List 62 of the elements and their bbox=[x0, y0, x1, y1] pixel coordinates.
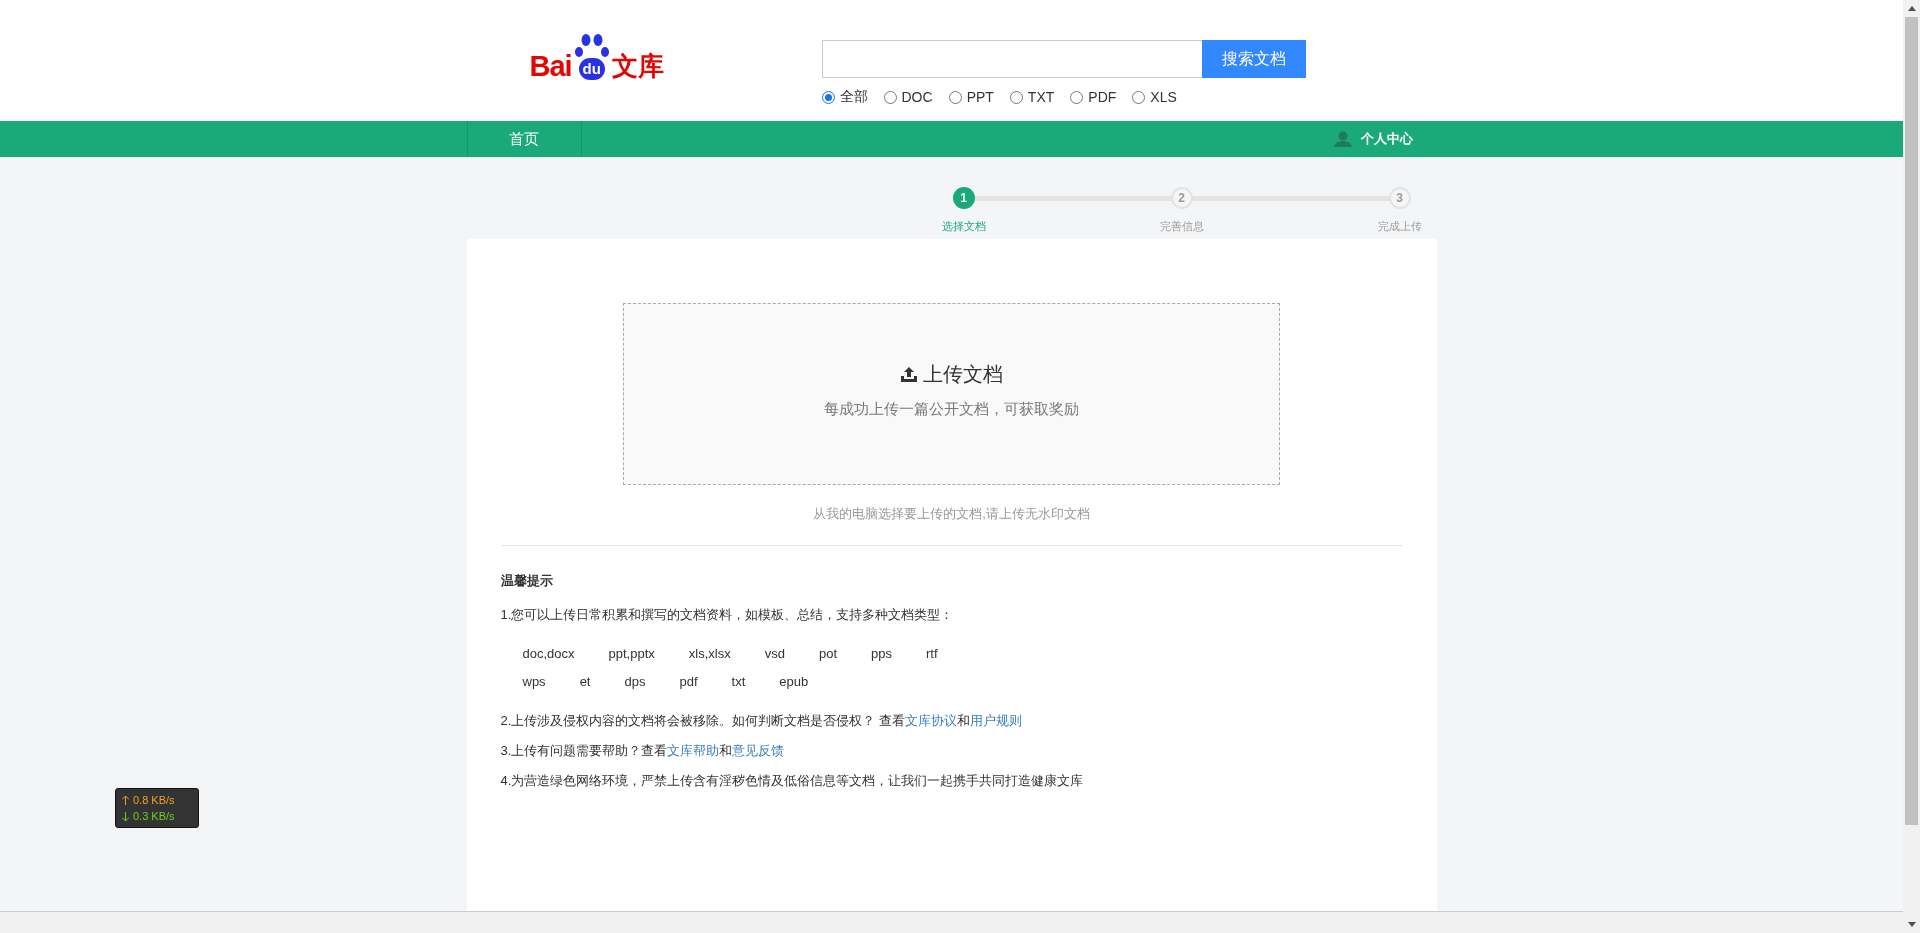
step-number: 1 bbox=[952, 187, 975, 209]
radio-button[interactable] bbox=[1132, 90, 1146, 104]
horizontal-scrollbar[interactable] bbox=[0, 911, 1903, 933]
radio-button[interactable] bbox=[948, 90, 962, 104]
file-format: pps bbox=[871, 645, 892, 663]
tip-text: 1.您可以上传日常积累和撰写的文档资料，如模板、总结，支持多种文档类型： bbox=[500, 606, 955, 624]
user-center-link[interactable]: 个人中心 bbox=[1360, 130, 1413, 148]
file-format: pot bbox=[818, 645, 837, 663]
file-format: txt bbox=[731, 673, 746, 691]
radio-label: PDF bbox=[1088, 89, 1117, 105]
user-icon bbox=[1333, 131, 1352, 147]
step-number: 2 bbox=[1170, 187, 1193, 209]
radio-button[interactable] bbox=[883, 90, 897, 104]
upload-title: 上传文档 bbox=[922, 362, 1003, 387]
upload-dropzone[interactable]: 上传文档 每成功上传一篇公开文档，可获取奖励 bbox=[623, 303, 1280, 485]
file-format: xls,xlsx bbox=[688, 645, 731, 663]
upload-hint: 从我的电脑选择要上传的文档,请上传无水印文档 bbox=[812, 505, 1091, 523]
step-label: 完善信息 bbox=[1159, 219, 1204, 234]
search-button[interactable]: 搜索文档 bbox=[1201, 40, 1306, 78]
logo-badge: du bbox=[578, 58, 605, 80]
radio-button[interactable] bbox=[1070, 90, 1084, 104]
tip-text: 2.上传涉及侵权内容的文档将会被移除。如何判断文档是否侵权？ 查看文库协议和用户规则 bbox=[500, 712, 1023, 730]
radio-button[interactable] bbox=[821, 90, 835, 104]
upload-subtitle: 每成功上传一篇公开文档，可获取奖励 bbox=[824, 400, 1079, 419]
scroll-down-icon[interactable] bbox=[1907, 922, 1916, 927]
search-field[interactable] bbox=[821, 40, 1202, 78]
radio-label: XLS bbox=[1150, 89, 1177, 105]
file-format: vsd bbox=[764, 645, 785, 663]
file-format: doc,docx bbox=[522, 645, 575, 663]
tip-link[interactable]: 文库协议 bbox=[904, 713, 957, 728]
tip-link[interactable]: 意见反馈 bbox=[732, 743, 785, 758]
nav-tab[interactable]: 首页 bbox=[466, 121, 582, 157]
tip-link[interactable]: 文库帮助 bbox=[667, 743, 720, 758]
file-format: epub bbox=[779, 673, 809, 691]
file-format: pdf bbox=[679, 673, 698, 691]
file-format: wps bbox=[522, 673, 546, 691]
radio-button[interactable] bbox=[1009, 90, 1023, 104]
file-format: ppt,pptx bbox=[608, 645, 655, 663]
step-number: 3 bbox=[1388, 187, 1411, 209]
upload-speed: 0.8 KB/s bbox=[133, 793, 175, 808]
logo-text: Bai bbox=[529, 50, 572, 82]
file-format: et bbox=[579, 673, 591, 691]
download-speed: 0.3 KB/s bbox=[133, 809, 175, 824]
radio-label: 全部 bbox=[839, 88, 868, 106]
file-format: dps bbox=[624, 673, 646, 691]
upload-icon bbox=[900, 367, 917, 382]
step-label: 选择文档 bbox=[941, 219, 986, 234]
tips-title: 温馨提示 bbox=[500, 572, 554, 590]
radio-label: TXT bbox=[1027, 89, 1055, 105]
tip-text: 4.为营造绿色网络环境，严禁上传含有淫秽色情及低俗信息等文档，让我们一起携手共同打造健康文库 bbox=[500, 772, 1085, 790]
tip-text: 3.上传有问题需要帮助？查看文库帮助和意见反馈 bbox=[500, 742, 786, 760]
scrollbar-thumb[interactable] bbox=[1905, 17, 1918, 825]
radio-label: PPT bbox=[966, 89, 994, 105]
file-format: rtf bbox=[926, 645, 938, 663]
upload-arrow-icon bbox=[122, 795, 129, 805]
paw-icon bbox=[572, 32, 611, 60]
download-arrow-icon bbox=[122, 811, 129, 821]
logo-text: 文库 bbox=[611, 50, 664, 82]
radio-label: DOC bbox=[901, 89, 933, 105]
scroll-up-icon[interactable] bbox=[1907, 6, 1916, 11]
tip-link[interactable]: 用户规则 bbox=[969, 713, 1022, 728]
step-label: 完成上传 bbox=[1377, 219, 1422, 234]
